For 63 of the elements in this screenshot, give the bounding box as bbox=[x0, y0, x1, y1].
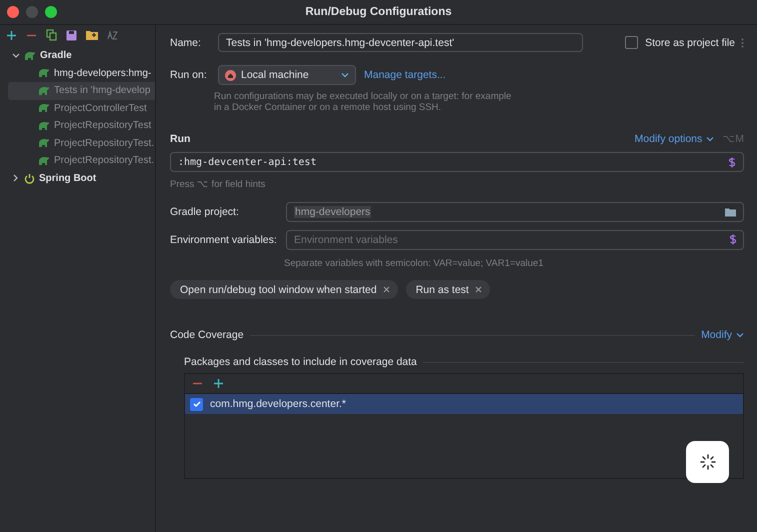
tree-item[interactable]: ProjectRepositoryTest bbox=[0, 117, 155, 134]
elephant-icon bbox=[38, 156, 50, 166]
elephant-icon bbox=[38, 86, 50, 96]
tree-item[interactable]: ProjectRepositoryTest. bbox=[0, 152, 155, 170]
group-title: Packages and classes to include in coverage data bbox=[184, 356, 417, 368]
close-icon[interactable] bbox=[474, 286, 482, 293]
section-title: Code Coverage bbox=[170, 329, 244, 341]
tree-item[interactable]: Gradle bbox=[0, 47, 155, 64]
name-field[interactable]: Tests in 'hmg-developers.hmg-devcenter-api.test' bbox=[218, 33, 583, 52]
hint-text: in a Docker Container or on a remote host using SSH. bbox=[214, 102, 442, 113]
close-icon[interactable] bbox=[382, 286, 390, 293]
gradle-project-field[interactable]: hmg-developers bbox=[286, 202, 744, 222]
close-button[interactable] bbox=[7, 6, 19, 18]
sort-icon[interactable] bbox=[107, 30, 118, 40]
chevron-down-icon[interactable] bbox=[736, 332, 744, 338]
hint-text: Separate variables with semicolon: VAR=value; VAR1=value1 bbox=[284, 258, 544, 269]
tree-item[interactable]: ProjectControllerTest bbox=[0, 100, 155, 117]
elephant-icon bbox=[24, 50, 36, 61]
modify-options-link[interactable]: Modify options bbox=[634, 132, 714, 144]
dollar-icon[interactable] bbox=[729, 234, 737, 245]
target-dropdown[interactable]: Local machine bbox=[218, 65, 356, 85]
checkbox-label: Store as project file bbox=[645, 36, 735, 48]
hint-text: Run configurations may be executed locally or on a target: for example bbox=[214, 91, 512, 102]
command-field[interactable]: :hmg-devcenter-api:test bbox=[170, 152, 744, 172]
modify-link[interactable]: Modify bbox=[701, 329, 744, 341]
tree-item[interactable]: ProjectRepositoryTest. bbox=[0, 134, 155, 152]
option-chip[interactable]: Run as test bbox=[406, 280, 490, 299]
save-icon[interactable] bbox=[66, 30, 77, 40]
chevron-down-icon bbox=[341, 72, 349, 78]
manage-targets-link[interactable]: Manage targets... bbox=[364, 69, 446, 81]
add-icon[interactable] bbox=[213, 378, 224, 389]
field-label: Run on: bbox=[170, 69, 208, 81]
environment-variables-field[interactable]: Environment variables bbox=[286, 230, 744, 250]
chevron-down-icon bbox=[12, 52, 20, 60]
elephant-icon bbox=[38, 103, 50, 114]
zoom-button[interactable] bbox=[45, 6, 57, 18]
list-row[interactable]: com.hmg.developers.center.* bbox=[185, 394, 743, 414]
elephant-icon bbox=[38, 68, 50, 78]
shortcut-text: ⌥M bbox=[722, 132, 744, 145]
folder-add-icon[interactable] bbox=[86, 30, 98, 40]
tree-item[interactable]: hmg-developers:hmg- bbox=[0, 64, 155, 82]
section-title: Run bbox=[170, 132, 190, 144]
elephant-icon bbox=[38, 138, 50, 148]
spinner-button[interactable] bbox=[686, 441, 729, 483]
chevron-down-icon[interactable] bbox=[706, 136, 714, 142]
hint-text: Press ⌥ for field hints bbox=[170, 179, 266, 190]
dollar-icon[interactable] bbox=[728, 156, 736, 168]
field-label: Name: bbox=[170, 36, 202, 48]
field-label: Environment variables: bbox=[170, 234, 278, 246]
field-label: Gradle project: bbox=[170, 206, 240, 218]
more-icon[interactable] bbox=[741, 38, 744, 48]
option-chip[interactable]: Open run/debug tool window when started bbox=[170, 280, 398, 299]
folder-icon[interactable] bbox=[725, 208, 736, 216]
spinner-icon bbox=[700, 454, 716, 470]
add-icon[interactable] bbox=[6, 30, 17, 40]
home-icon bbox=[225, 70, 236, 80]
checkbox[interactable] bbox=[625, 36, 638, 49]
chevron-right-icon bbox=[12, 174, 20, 182]
tree-item[interactable]: Spring Boot bbox=[0, 170, 155, 187]
copy-icon[interactable] bbox=[46, 29, 57, 41]
elephant-icon bbox=[38, 120, 50, 131]
window-title: Run/Debug Configurations bbox=[305, 6, 452, 18]
power-icon bbox=[24, 172, 35, 184]
